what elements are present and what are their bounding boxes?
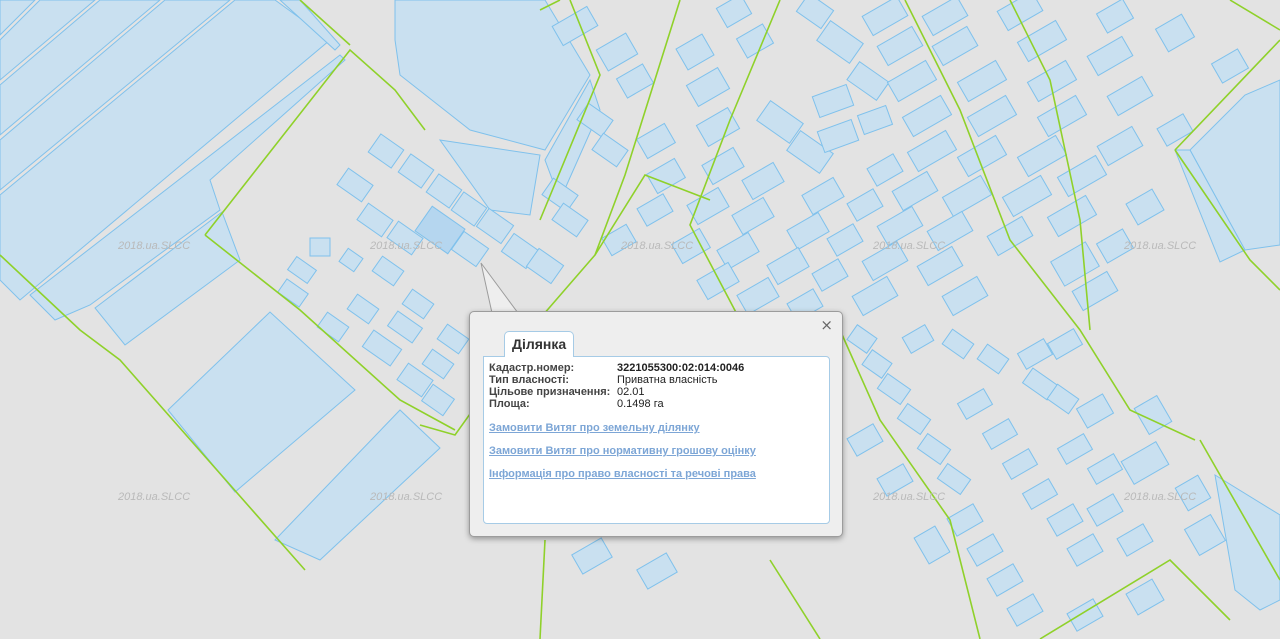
ownership-type-row: Тип власності: Приватна власність: [489, 374, 744, 386]
order-links: Замовити Витяг про земельну ділянку Замо…: [489, 422, 756, 491]
field-label: Площа:: [489, 398, 530, 410]
watermark: 2018.ua.SLCC: [370, 240, 443, 252]
cadastral-number-row: Кадастр.номер: 3221055300:02:014:0046: [489, 362, 744, 374]
order-parcel-extract-link[interactable]: Замовити Витяг про земельну ділянку: [489, 422, 756, 434]
parcel-info-panel: Кадастр.номер: 3221055300:02:014:0046 Ти…: [483, 356, 830, 524]
close-icon[interactable]: ×: [820, 316, 833, 334]
tab-parcel[interactable]: Ділянка: [504, 331, 575, 357]
purpose-row: Цільове призначення: 02.01: [489, 386, 744, 398]
parcel-info-popup: × Ділянка Кадастр.номер: 3221055300:02:0…: [469, 311, 843, 537]
watermark: 2018.ua.SLCC: [1124, 240, 1197, 252]
watermark: 2018.ua.SLCC: [873, 240, 946, 252]
watermark: 2018.ua.SLCC: [873, 491, 946, 503]
purpose-value: 02.01: [617, 386, 645, 398]
watermark: 2018.ua.SLCC: [621, 240, 694, 252]
parcel-attributes: Кадастр.номер: 3221055300:02:014:0046 Ти…: [489, 362, 744, 410]
area-row: Площа: 0.1498 га: [489, 398, 744, 410]
watermark: 2018.ua.SLCC: [118, 491, 191, 503]
field-label: Цільове призначення:: [489, 386, 611, 398]
watermark: 2018.ua.SLCC: [1124, 491, 1197, 503]
field-label: Кадастр.номер:: [489, 362, 575, 374]
field-label: Тип власності:: [489, 374, 570, 386]
watermark: 2018.ua.SLCC: [118, 240, 191, 252]
area-value: 0.1498 га: [617, 398, 664, 410]
popup-pointer: [480, 262, 520, 314]
order-valuation-extract-link[interactable]: Замовити Витяг про нормативну грошову оц…: [489, 445, 756, 457]
cadastral-number-value: 3221055300:02:014:0046: [617, 362, 745, 374]
ownership-type-value: Приватна власність: [617, 374, 718, 386]
watermark: 2018.ua.SLCC: [370, 491, 443, 503]
ownership-info-link[interactable]: Інформація про право власності та речові…: [489, 468, 756, 480]
